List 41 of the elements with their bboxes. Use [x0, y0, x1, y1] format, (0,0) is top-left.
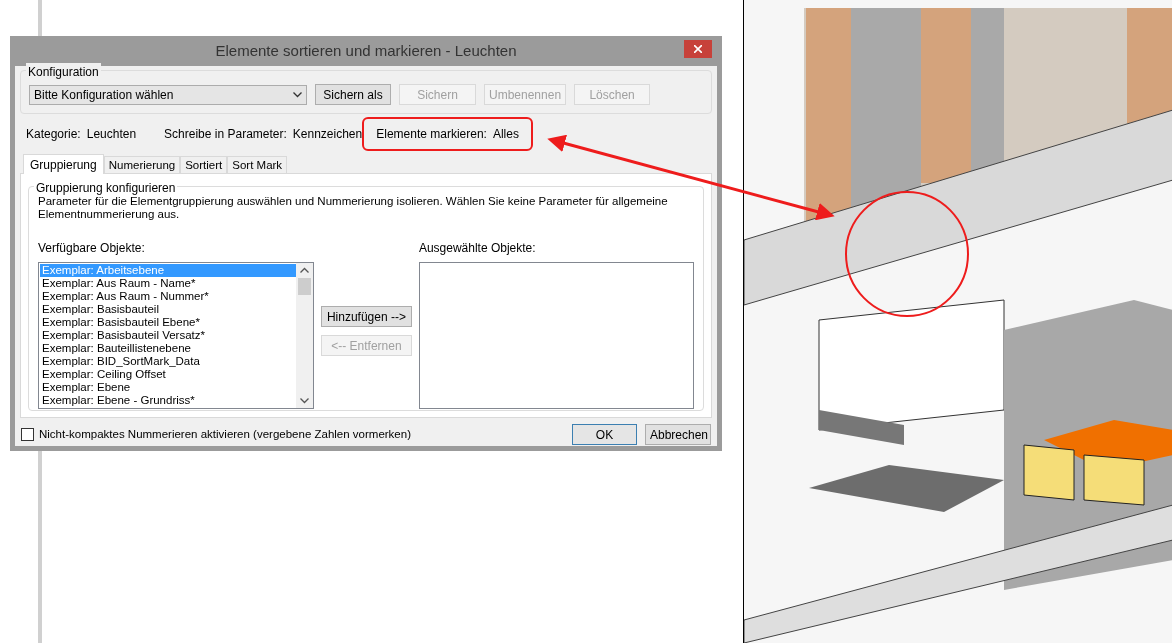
- description-text: Parameter für die Elementgruppierung auswählen und Nummerierung isolieren. Wählen Sie keine Parameter für allgemeine Elementnummerierung aus.: [38, 195, 669, 221]
- dialog-button[interactable]: OK: [572, 424, 637, 445]
- dialog-button[interactable]: Abbrechen: [645, 424, 711, 445]
- list-item[interactable]: Exemplar: Ebene - Grundriss*: [40, 394, 296, 407]
- move-button[interactable]: Hinzufügen -->: [320, 306, 412, 327]
- list-item[interactable]: Exemplar: BID_SortMark_Data: [40, 355, 296, 368]
- info-value: Leuchten: [86, 126, 137, 143]
- tab[interactable]: Gruppierung: [23, 154, 104, 174]
- info-value: Kennzeichen: [292, 126, 363, 143]
- info-label: Elemente markieren:: [376, 126, 487, 143]
- list-label: Ausgewählte Objekte:: [418, 240, 537, 257]
- group-label: Konfiguration: [26, 63, 101, 81]
- scrollbar[interactable]: [296, 263, 313, 408]
- list-item[interactable]: Exemplar: Ceiling Offset: [40, 368, 296, 381]
- list-item[interactable]: Exemplar: Aus Raum - Nummer*: [40, 290, 296, 303]
- list-item[interactable]: Exemplar: Basisbauteil Ebene*: [40, 316, 296, 329]
- checkbox[interactable]: [21, 428, 34, 441]
- close-icon: [694, 45, 702, 53]
- list-item[interactable]: Exemplar: Ebene: [40, 381, 296, 394]
- list-item[interactable]: Exemplar: Basisbauteil: [40, 303, 296, 316]
- window-title: Elemente sortieren und markieren - Leuchten: [215, 40, 517, 61]
- list-item[interactable]: Exemplar: Aus Raum - Name*: [40, 277, 296, 290]
- list-item[interactable]: Exemplar: Bauteillistenebene: [40, 342, 296, 355]
- available-list[interactable]: [38, 262, 314, 409]
- tab[interactable]: Sort Mark: [227, 156, 288, 173]
- chevron-up-icon: [300, 267, 309, 273]
- list-item[interactable]: Exemplar: Basisbauteil Versatz*: [40, 329, 296, 342]
- close-button[interactable]: [684, 40, 712, 58]
- info-label: Schreibe in Parameter:: [164, 126, 287, 143]
- checkbox-label: Nicht-kompaktes Nummerieren aktivieren (vergebene Zahlen vormerken): [39, 426, 411, 442]
- info-value: Alles: [492, 126, 519, 143]
- scrollbar-thumb[interactable]: [298, 278, 311, 295]
- chevron-down-icon: [300, 398, 309, 404]
- config-button[interactable]: Sichern als: [315, 84, 391, 105]
- tab[interactable]: Sortiert: [180, 156, 228, 173]
- info-label: Kategorie:: [26, 126, 81, 143]
- selected-list[interactable]: [418, 262, 694, 409]
- chevron-down-icon: [293, 91, 302, 98]
- tab[interactable]: Numerierung: [103, 156, 181, 173]
- configuration-dropdown[interactable]: Bitte Konfiguration wählen: [29, 84, 307, 105]
- list-label: Verfügbare Objekte:: [38, 240, 146, 257]
